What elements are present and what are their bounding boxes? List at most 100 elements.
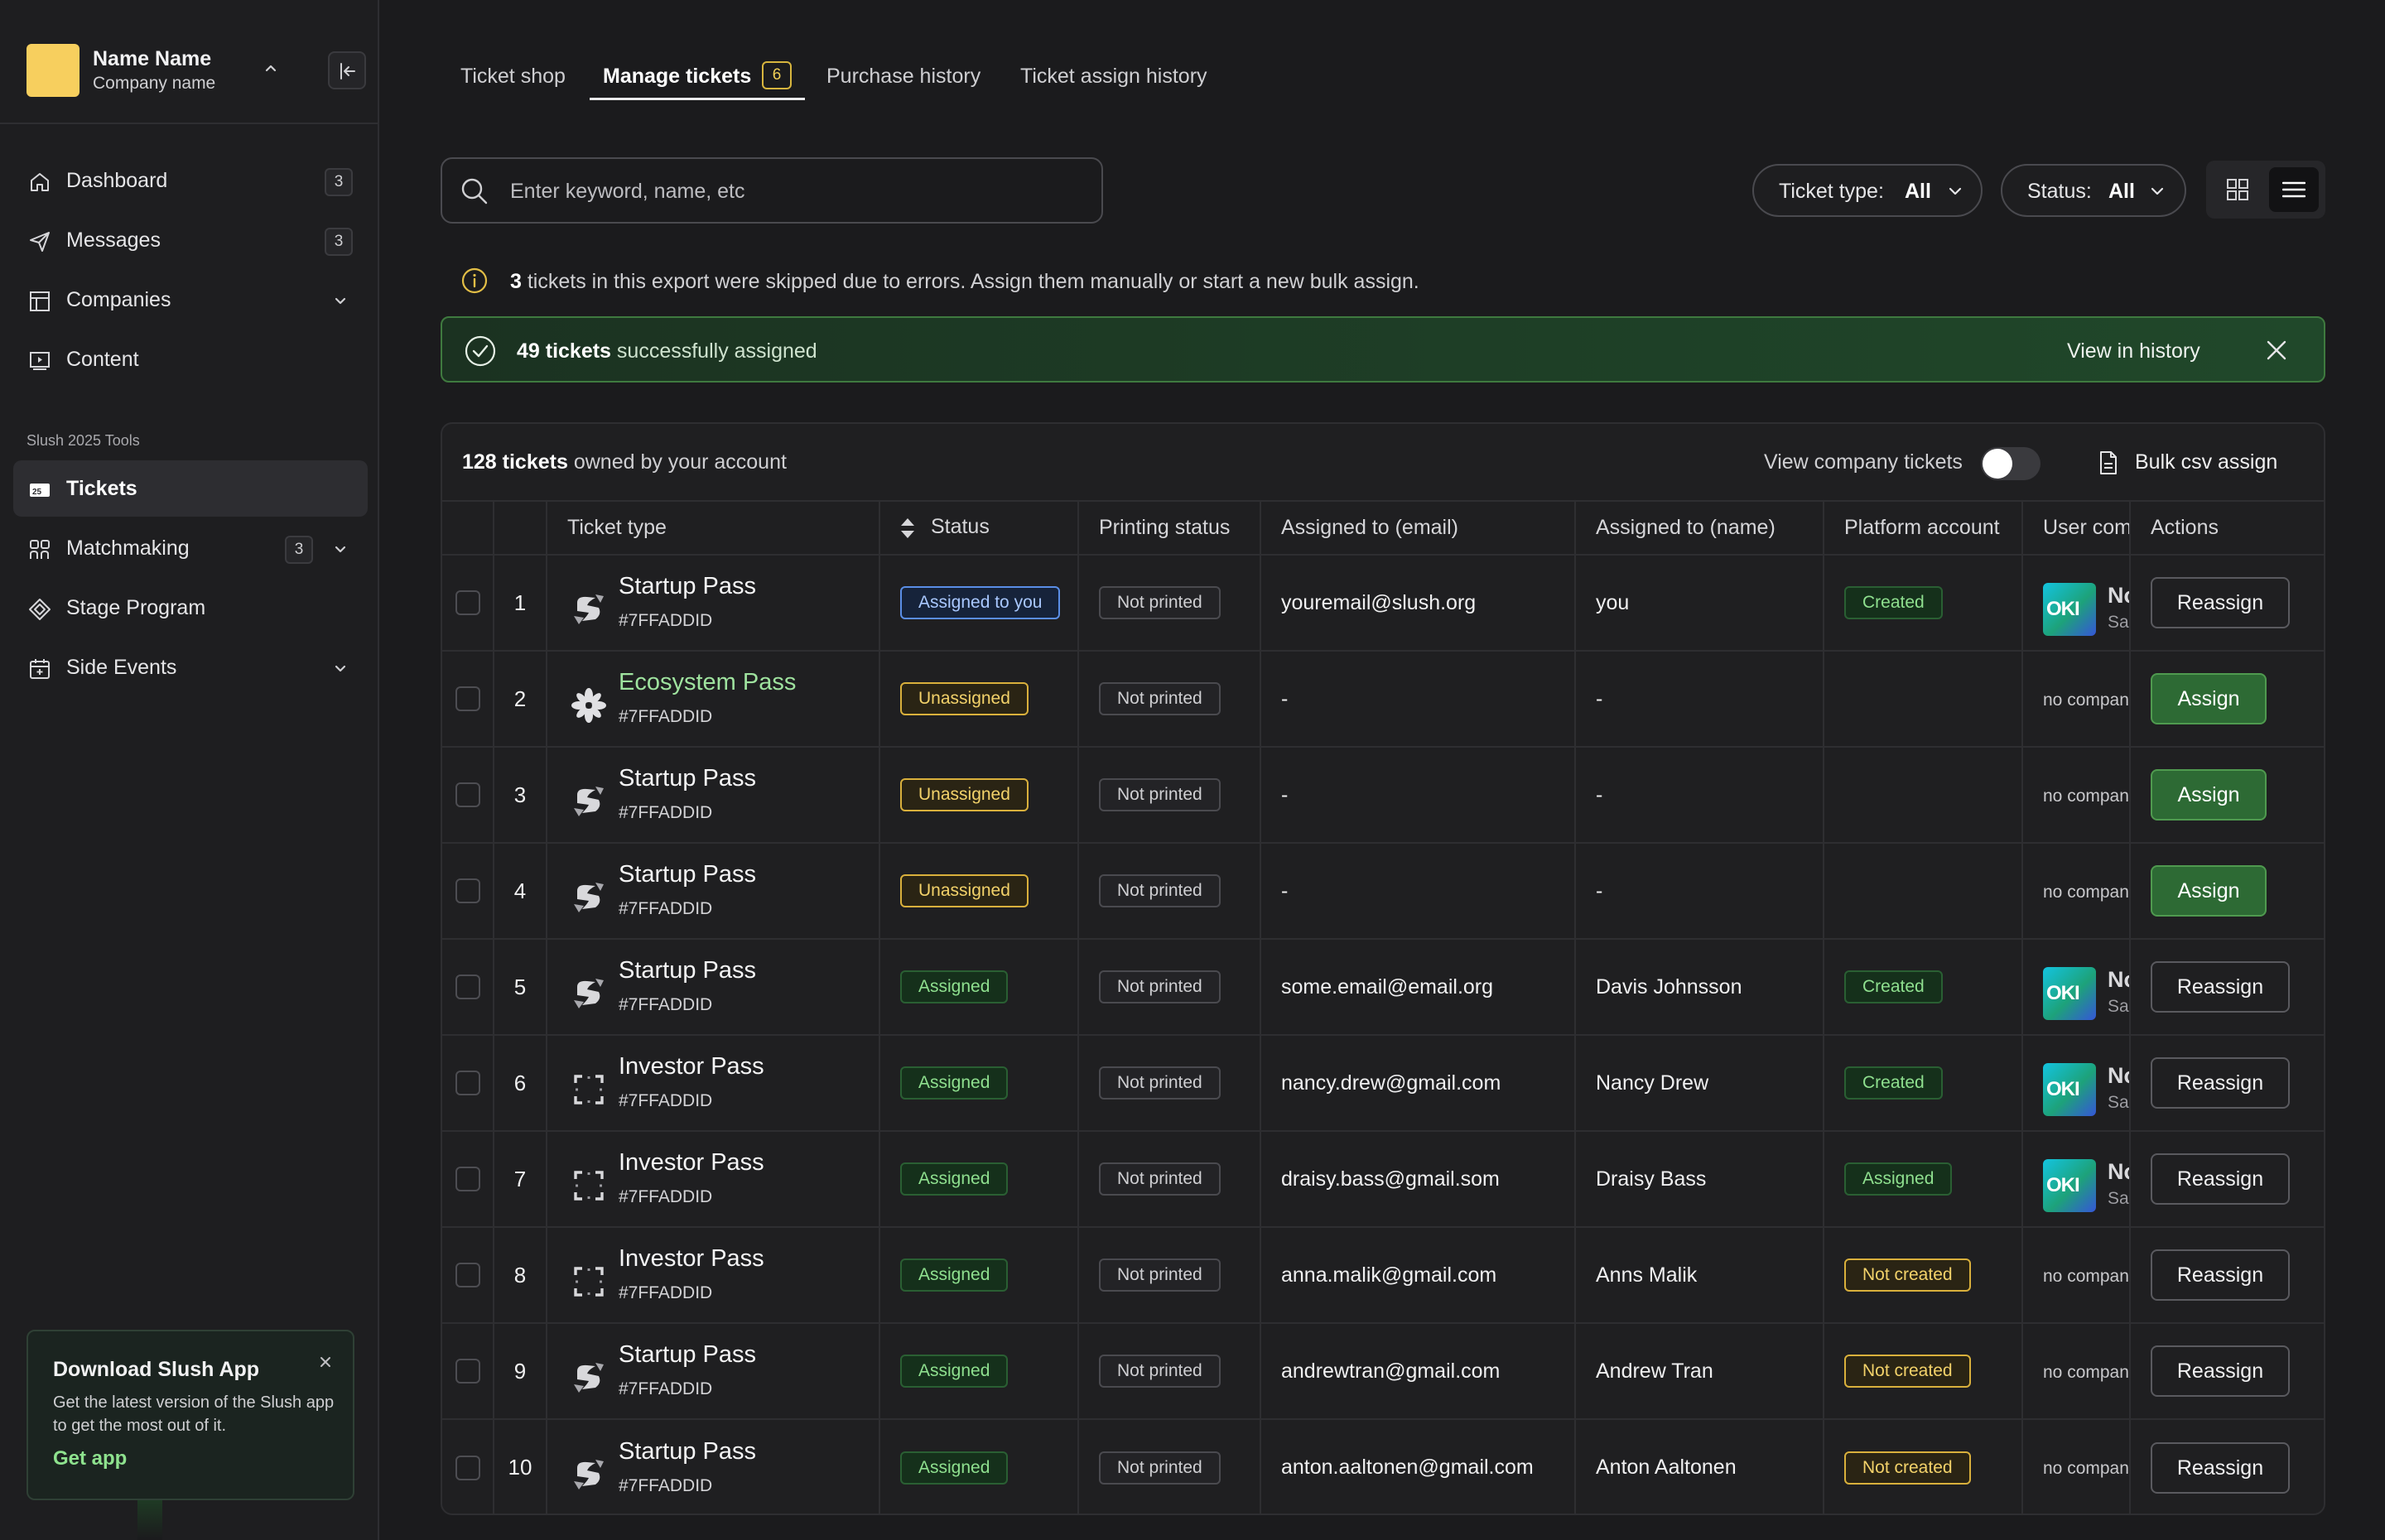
printing-status-cell: Not printed (1078, 843, 1261, 940)
home-icon (31, 173, 49, 191)
building-icon (30, 291, 50, 311)
table-row: 10 Startup Pass #7FFADDID Assigned Not p… (442, 1419, 2324, 1514)
row-checkbox[interactable] (455, 782, 480, 808)
assigned-name-cell: Anns Malik (1575, 1227, 1824, 1324)
chevron-down-icon[interactable] (331, 291, 349, 310)
get-app-link[interactable]: Get app (53, 1447, 127, 1470)
table-row: 1 Startup Pass #7FFADDID Assigned to you… (442, 555, 2324, 652)
row-checkbox[interactable] (455, 1455, 480, 1480)
app-window: Name Name Company name Dashboard 3 Messa… (0, 0, 2385, 1540)
column-header-user-company: User com (2022, 502, 2131, 556)
sidebar-item-companies[interactable]: Companies (13, 272, 368, 328)
reassign-button[interactable]: Reassign (2151, 1441, 2290, 1494)
list-view-button[interactable] (2269, 167, 2319, 212)
company-subtitle: Sa (2108, 1189, 2129, 1208)
search-box (441, 157, 1103, 224)
profile-switcher[interactable]: Name Name Company name (0, 0, 378, 124)
row-select-cell (442, 747, 494, 844)
chevron-down-icon[interactable] (331, 540, 349, 558)
assigned-email-cell: draisy.bass@gmail.som (1260, 1131, 1576, 1228)
startup-pass-logo-icon (574, 883, 604, 912)
select-column-header (442, 502, 494, 556)
close-icon[interactable] (316, 1353, 335, 1371)
ticket-code: #7FFADDID (619, 1475, 713, 1495)
sidebar-item-count: 3 (285, 536, 313, 564)
filter-label: Ticket type: (1779, 180, 1884, 203)
tab-purchase-history[interactable]: Purchase history (826, 65, 980, 89)
ticket-type-cell: Startup Pass #7FFADDID (547, 939, 880, 1036)
chevron-up-icon (265, 65, 277, 72)
sidebar-item-count: 3 (325, 228, 353, 256)
view-in-history-link[interactable]: View in history (2067, 339, 2200, 363)
user-company-cell: no company (2022, 843, 2131, 940)
assign-button[interactable]: Assign (2151, 769, 2267, 821)
company-logo: OKI (2043, 583, 2096, 636)
row-checkbox[interactable] (455, 590, 480, 616)
platform-account-badge: Not created (1844, 1258, 1971, 1292)
ticket-code: #7FFADDID (619, 707, 713, 726)
company-logo-text: OKI (2046, 598, 2080, 620)
bulk-csv-assign-button[interactable]: Bulk csv assign (2135, 450, 2277, 474)
reassign-button[interactable]: Reassign (2151, 577, 2290, 628)
assigned-name-cell: - (1575, 843, 1824, 940)
row-checkbox[interactable] (455, 975, 480, 1000)
platform-account-cell (1824, 843, 2023, 940)
column-header-platform-account: Platform account (1824, 502, 2023, 556)
sidebar-item-side-events[interactable]: Side Events (13, 639, 368, 695)
assign-button[interactable]: Assign (2151, 673, 2267, 724)
column-header-assigned-name: Assigned to (name) (1575, 502, 1824, 556)
collapse-sidebar-button[interactable] (328, 51, 366, 89)
actions-cell: Reassign (2130, 1227, 2324, 1324)
company-subtitle: Sa (2108, 613, 2129, 632)
row-checkbox[interactable] (455, 1167, 480, 1192)
reassign-button[interactable]: Reassign (2151, 1153, 2290, 1205)
row-checkbox[interactable] (455, 1263, 480, 1288)
company-logo-text: OKI (2046, 982, 2080, 1004)
tab-manage-tickets[interactable]: Manage tickets (603, 65, 751, 89)
sidebar-item-count: 3 (325, 168, 353, 196)
printing-status-badge: Not printed (1099, 1162, 1221, 1196)
tab-ticket-shop[interactable]: Ticket shop (460, 65, 566, 89)
sidebar-item-stage-program[interactable]: Stage Program (13, 580, 368, 636)
ticket-type-name: Startup Pass (619, 573, 757, 599)
reassign-button[interactable]: Reassign (2151, 961, 2290, 1013)
close-icon[interactable] (2264, 338, 2289, 363)
calendar-icon (30, 659, 50, 679)
assigned-name-cell: you (1575, 555, 1824, 652)
sidebar-item-tickets[interactable]: 25 Tickets (13, 460, 368, 517)
table-header-row: Ticket type Status Printing status Assig… (442, 502, 2324, 556)
row-checkbox[interactable] (455, 1359, 480, 1384)
status-cell: Unassigned (879, 747, 1079, 844)
row-select-cell (442, 1323, 494, 1420)
promo-text: Get the latest version of the Slush app … (53, 1393, 335, 1435)
active-tab-indicator (590, 98, 805, 100)
status-badge: Assigned (900, 1258, 1009, 1292)
sidebar-item-label: Content (66, 348, 139, 371)
sidebar-item-content[interactable]: Content (13, 331, 368, 387)
sidebar-item-matchmaking[interactable]: Matchmaking 3 (13, 520, 368, 576)
reassign-button[interactable]: Reassign (2151, 1249, 2290, 1301)
startup-pass-logo-icon (574, 787, 604, 816)
status-filter[interactable]: Status: All (2001, 164, 2186, 217)
sidebar-item-dashboard[interactable]: Dashboard 3 (13, 152, 368, 209)
user-company-cell: OKI No Sa (2022, 1035, 2131, 1132)
row-checkbox[interactable] (455, 878, 480, 904)
reassign-button[interactable]: Reassign (2151, 1057, 2290, 1109)
ticket-type-cell: Investor Pass #7FFADDID (547, 1227, 880, 1324)
column-header-status[interactable]: Status (879, 502, 1079, 556)
row-checkbox[interactable] (455, 686, 480, 712)
reassign-button[interactable]: Reassign (2151, 1345, 2290, 1397)
assign-button[interactable]: Assign (2151, 865, 2267, 917)
grid-view-button[interactable] (2213, 167, 2262, 212)
tab-ticket-assign-history[interactable]: Ticket assign history (1020, 65, 1207, 89)
company-info: OKI No Sa (2043, 1050, 2128, 1116)
company-info: OKI No Sa (2043, 954, 2128, 1020)
sidebar-item-messages[interactable]: Messages 3 (13, 212, 368, 268)
search-input[interactable] (510, 174, 1082, 209)
chevron-down-icon[interactable] (331, 659, 349, 677)
ticket-type-name: Investor Pass (619, 1245, 764, 1272)
row-checkbox[interactable] (455, 1071, 480, 1096)
company-tickets-toggle[interactable] (1981, 447, 2040, 480)
status-cell: Assigned (879, 1131, 1079, 1228)
ticket-type-filter[interactable]: Ticket type: All (1752, 164, 1983, 217)
